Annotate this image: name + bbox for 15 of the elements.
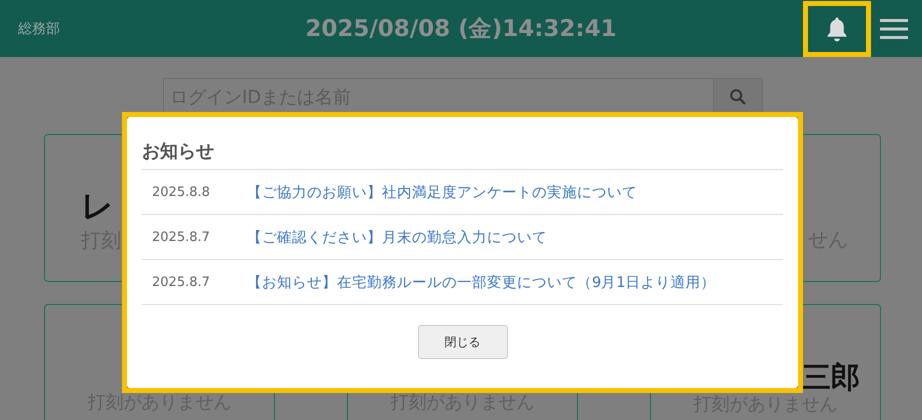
employee-name: レ (81, 186, 114, 226)
datetime-label: 2025/08/08 (金)14:32:41 (305, 15, 617, 44)
notice-link[interactable]: 【ご協力のお願い】社内満足度アンケートの実施について (247, 182, 637, 202)
notice-date: 2025.8.7 (151, 230, 211, 244)
close-button[interactable]: 閉じる (418, 325, 508, 359)
search-icon (729, 88, 747, 106)
department-label: 総務部 (18, 20, 60, 38)
employee-name: 三郎 (802, 359, 860, 396)
bell-icon[interactable] (825, 16, 849, 42)
notice-link[interactable]: 【お知らせ】在宅勤務ルールの一部変更について（9月1日より適用） (247, 272, 716, 292)
notice-link[interactable]: 【ご確認ください】月末の勤怠入力について (247, 228, 547, 246)
dialog-title: お知らせ (142, 140, 215, 164)
menu-icon[interactable] (880, 18, 908, 40)
notice-date: 2025.8.8 (151, 184, 211, 200)
notice-date: 2025.8.7 (151, 274, 211, 290)
